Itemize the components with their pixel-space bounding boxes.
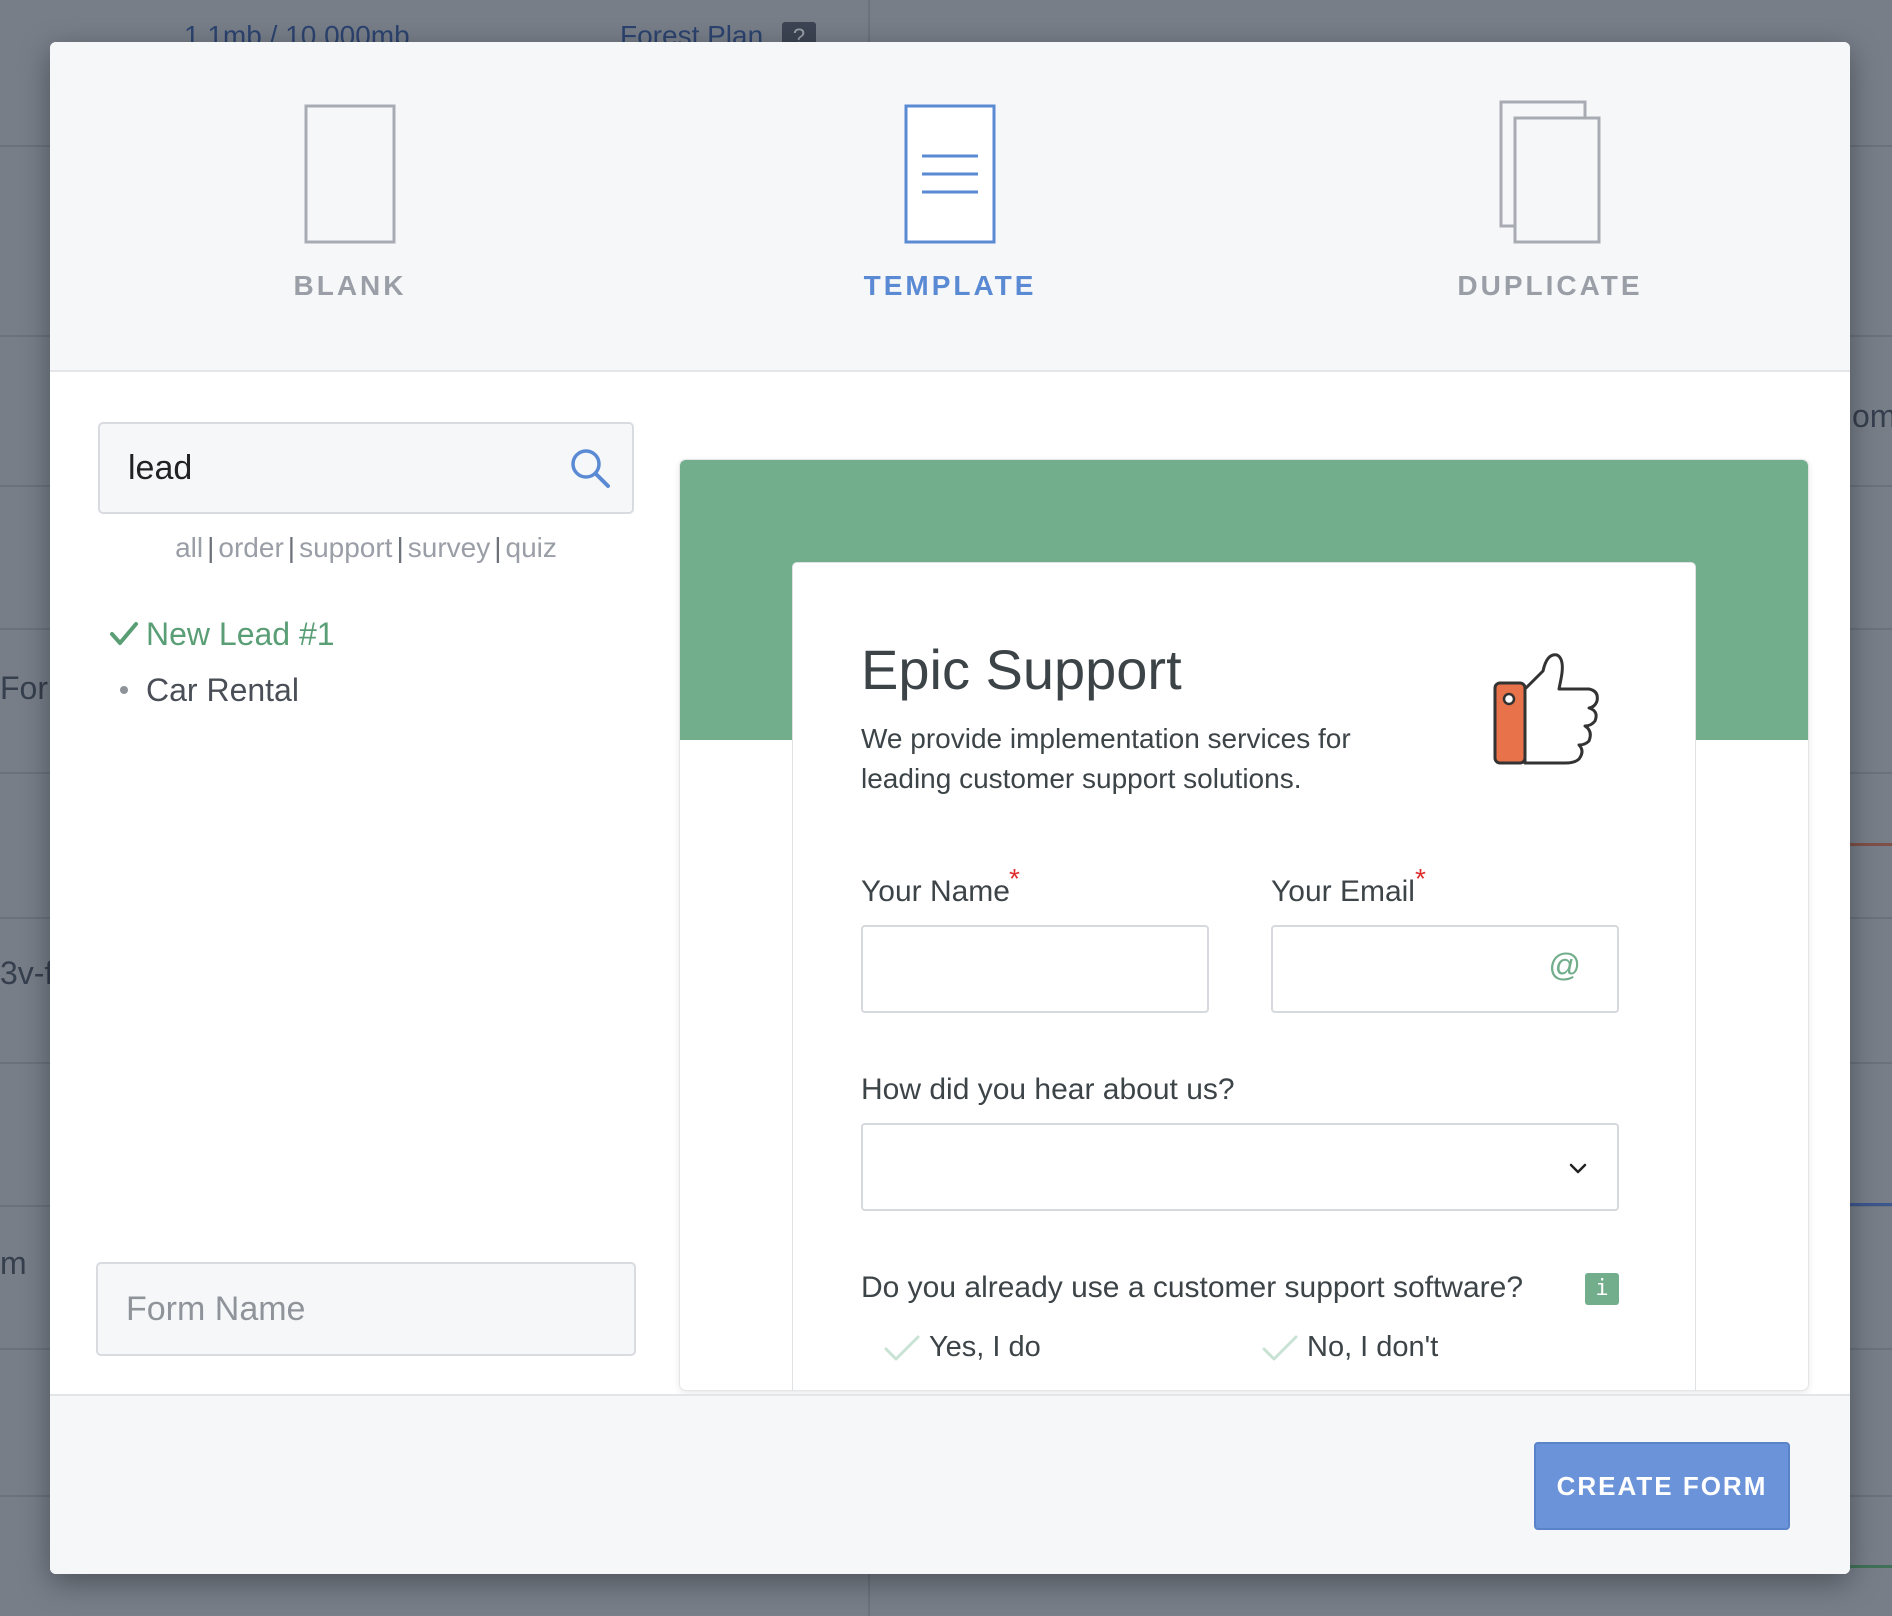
modal-footer: CREATE FORM (50, 1394, 1850, 1574)
required-marker: * (1415, 863, 1426, 894)
create-form-modal: BLANK TEMPLATE DUPLICATE lead all | orde… (50, 42, 1850, 1574)
template-page-icon (904, 104, 996, 244)
modal-body: all|order|support|survey|quiz New Lead #… (50, 374, 1850, 1394)
filter-survey[interactable]: survey (408, 532, 490, 563)
checkmark-icon (110, 622, 138, 645)
filter-support[interactable]: support (299, 532, 392, 563)
blank-option[interactable]: BLANK (150, 104, 550, 324)
template-preview: Epic Support We provide implementation s… (680, 460, 1808, 1390)
filter-order[interactable]: order (218, 532, 283, 563)
filter-all[interactable]: all (175, 532, 203, 563)
duplicate-label: DUPLICATE (1457, 270, 1643, 301)
filter-separator: | (396, 532, 404, 563)
template-list: New Lead #1 Car Rental (102, 606, 622, 718)
template-item-label: New Lead #1 (146, 615, 335, 652)
preview-form-card: Epic Support We provide implementation s… (792, 562, 1696, 1390)
preview-form-title: Epic Support (861, 638, 1182, 701)
choice-label: No, I don't (1307, 1331, 1439, 1363)
name-field-label: Your Name (861, 875, 1010, 908)
choice-label: Yes, I do (929, 1331, 1041, 1363)
checkmark-icon (884, 1335, 920, 1360)
template-category-filters: all | order | support | survey | quiz (98, 532, 634, 564)
template-item-new-lead[interactable]: New Lead #1 (102, 606, 622, 662)
blank-page-icon (304, 104, 396, 244)
preview-email-input: @ (1271, 925, 1619, 1013)
preview-name-input (861, 925, 1209, 1013)
choice-no: No, I don't (1261, 1331, 1438, 1364)
choice-yes: Yes, I do (883, 1331, 1041, 1364)
filter-separator: | (287, 532, 296, 563)
required-marker: * (1009, 863, 1020, 894)
filter-quiz[interactable]: quiz (506, 532, 557, 563)
filter-separator: | (207, 532, 215, 563)
template-label: TEMPLATE (863, 270, 1037, 301)
blank-label: BLANK (293, 270, 407, 301)
email-field-label: Your Email (1271, 875, 1415, 908)
form-name-input[interactable] (96, 1262, 636, 1356)
thumbs-up-icon (1493, 653, 1599, 765)
template-option[interactable]: TEMPLATE (750, 104, 1150, 324)
checkmark-icon (1262, 1335, 1298, 1360)
software-question-label: Do you already use a customer support so… (861, 1271, 1524, 1304)
create-form-button[interactable]: CREATE FORM (1534, 1442, 1790, 1530)
form-type-selector: BLANK TEMPLATE DUPLICATE (50, 42, 1850, 372)
duplicate-pages-icon (1499, 100, 1601, 244)
at-sign-icon: @ (1548, 947, 1581, 983)
template-item-label: Car Rental (146, 671, 299, 708)
filter-separator: | (494, 532, 502, 563)
template-search (98, 422, 634, 514)
bullet-icon (120, 686, 128, 694)
preview-hear-about-select (861, 1123, 1619, 1211)
template-item-car-rental[interactable]: Car Rental (102, 662, 622, 718)
hear-about-label: How did you hear about us? (861, 1073, 1235, 1106)
template-search-input[interactable] (128, 424, 568, 512)
chevron-down-icon (1569, 1163, 1587, 1174)
duplicate-option[interactable]: DUPLICATE (1350, 100, 1750, 324)
preview-form-description: We provide implementation services for l… (861, 723, 1351, 794)
search-icon[interactable] (568, 446, 612, 490)
info-icon: i (1585, 1273, 1619, 1305)
